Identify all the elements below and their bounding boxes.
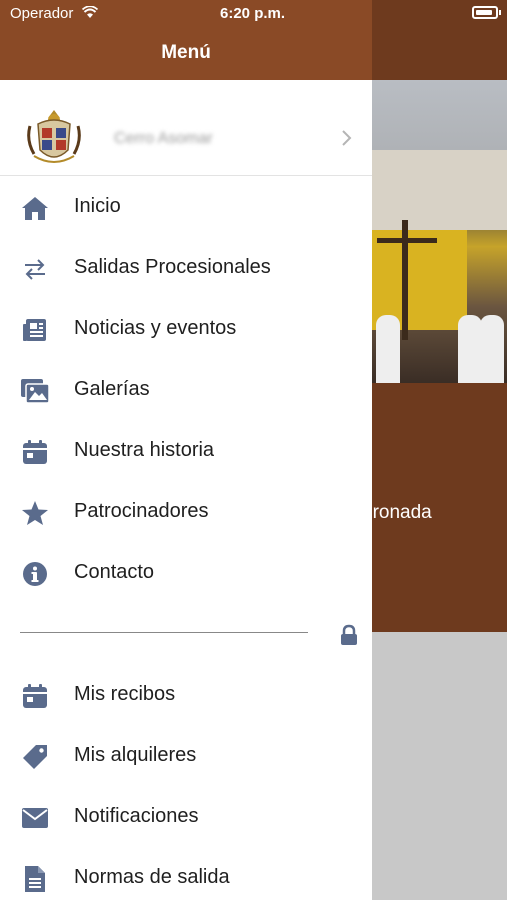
brotherhood-crest-logo: [24, 106, 84, 168]
menu-item-galerias[interactable]: Galerías: [0, 364, 372, 416]
procession-photo[interactable]: [372, 80, 507, 383]
menu-item-normas-de-salida[interactable]: Normas de salida: [0, 852, 372, 900]
menu-item-label: Normas de salida: [74, 866, 230, 888]
battery-tip: [499, 10, 501, 15]
menu-item-label: Contacto: [74, 561, 155, 583]
menu-item-label: Mis recibos: [74, 683, 176, 705]
calendar-icon: [20, 682, 50, 710]
info-icon: [20, 560, 50, 588]
menu-item-notificaciones[interactable]: Notificaciones: [0, 791, 372, 843]
menu-item-label: Notificaciones: [74, 805, 199, 827]
menu-item-contacto[interactable]: Contacto: [0, 547, 372, 599]
status-bar: Operador 6:20 p.m.: [0, 0, 507, 28]
calendar-icon: [20, 438, 50, 466]
menu-item-inicio[interactable]: Inicio: [0, 181, 372, 233]
newspaper-icon: [20, 316, 50, 344]
menu-item-label: Patrocinadores: [74, 500, 209, 522]
tag-icon: [20, 743, 50, 771]
star-icon: [20, 499, 50, 527]
wifi-icon: [82, 6, 98, 18]
menu-item-label: Mis alquileres: [74, 744, 197, 766]
menu-item-label: Inicio: [74, 195, 121, 217]
profile-name: Cerro Asomar: [114, 130, 213, 147]
lock-icon: [340, 624, 358, 646]
menu-item-mis-alquileres[interactable]: Mis alquileres: [0, 730, 372, 782]
card-caption: oronada: [362, 502, 432, 523]
section-divider: [20, 632, 308, 633]
document-icon: [20, 865, 50, 893]
battery-icon: [472, 6, 498, 19]
content-area-background: [372, 632, 507, 900]
swap-arrows-icon: [20, 255, 50, 283]
menu-item-label: Nuestra historia: [74, 439, 215, 461]
menu-item-label: Salidas Procesionales: [74, 256, 271, 278]
menu-item-mis-recibos[interactable]: Mis recibos: [0, 669, 372, 721]
menu-title: Menú: [161, 42, 211, 63]
menu-item-label: Galerías: [74, 378, 150, 400]
carrier-label: Operador: [10, 5, 74, 22]
side-menu-drawer: Menú Cerro Asomar Inicio Salidas Procesi…: [0, 0, 372, 900]
menu-item-noticias-y-eventos[interactable]: Noticias y eventos: [0, 303, 372, 355]
chevron-right-icon: [340, 128, 354, 148]
home-icon: [20, 194, 50, 222]
menu-item-nuestra-historia[interactable]: Nuestra historia: [0, 425, 372, 477]
profile-row[interactable]: Cerro Asomar: [0, 100, 372, 176]
menu-item-salidas-procesionales[interactable]: Salidas Procesionales: [0, 242, 372, 294]
envelope-icon: [20, 804, 50, 832]
images-icon: [20, 377, 50, 405]
menu-item-patrocinadores[interactable]: Patrocinadores: [0, 486, 372, 538]
clock: 6:20 p.m.: [220, 5, 286, 22]
menu-item-label: Noticias y eventos: [74, 317, 237, 339]
